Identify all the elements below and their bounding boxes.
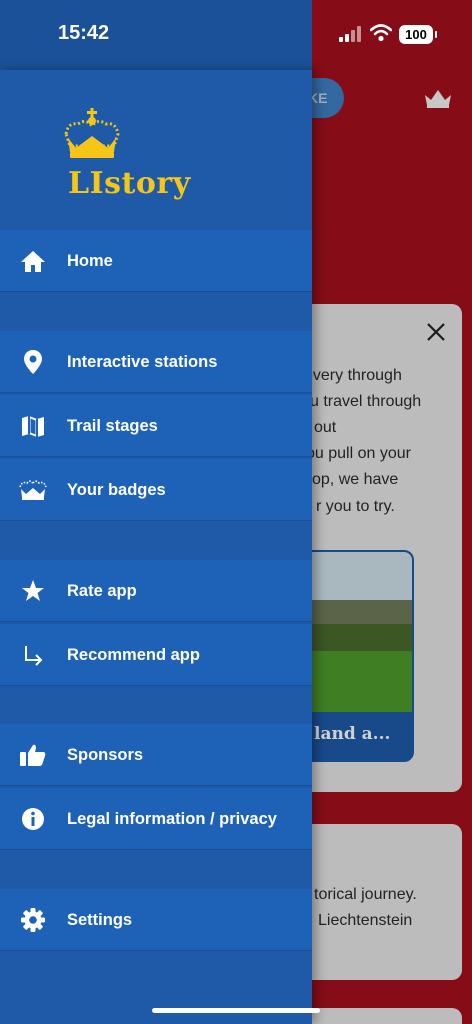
battery-indicator: 100	[399, 25, 437, 44]
menu-item-label: Sponsors	[67, 746, 144, 764]
menu-item-label: Legal information / privacy	[67, 810, 277, 828]
status-time: 15:42	[58, 22, 110, 44]
menu-item-sponsors[interactable]: Sponsors	[0, 724, 312, 786]
menu-item-label: Home	[67, 252, 113, 270]
menu-item-rate-app[interactable]: Rate app	[0, 560, 312, 622]
menu-item-label: Recommend app	[67, 646, 200, 664]
home-indicator[interactable]	[152, 1008, 320, 1013]
home-icon	[18, 247, 48, 275]
share-arrow-icon	[18, 641, 48, 669]
menu-item-your-badges[interactable]: Your badges	[0, 459, 312, 521]
menu-item-label: Your badges	[67, 481, 166, 499]
menu-item-recommend-app[interactable]: Recommend app	[0, 624, 312, 686]
menu-item-label: Settings	[67, 911, 133, 929]
menu-item-label: Interactive stations	[67, 353, 218, 371]
status-bar: 15:42 100	[0, 0, 472, 70]
wifi-icon	[370, 24, 392, 42]
menu-item-trail-stages[interactable]: Trail stages	[0, 395, 312, 457]
location-pin-icon	[18, 348, 48, 376]
crown-icon	[18, 476, 48, 504]
app-logo-crown-icon	[64, 108, 120, 158]
menu-item-label: Trail stages	[67, 417, 158, 435]
gear-icon	[18, 906, 48, 934]
info-icon	[18, 805, 48, 833]
menu-item-settings[interactable]: Settings	[0, 889, 312, 951]
navigation-drawer	[0, 70, 312, 1024]
menu-item-interactive-stations[interactable]: Interactive stations	[0, 331, 312, 393]
map-icon	[18, 412, 48, 440]
star-icon	[18, 577, 48, 605]
menu-item-label: Rate app	[67, 582, 137, 600]
app-name: LIstory	[68, 166, 191, 201]
cellular-signal-icon	[339, 26, 361, 42]
thumbs-up-icon	[18, 741, 48, 769]
menu-item-home[interactable]: Home	[0, 230, 312, 292]
menu-item-legal-information[interactable]: Legal information / privacy	[0, 788, 312, 850]
